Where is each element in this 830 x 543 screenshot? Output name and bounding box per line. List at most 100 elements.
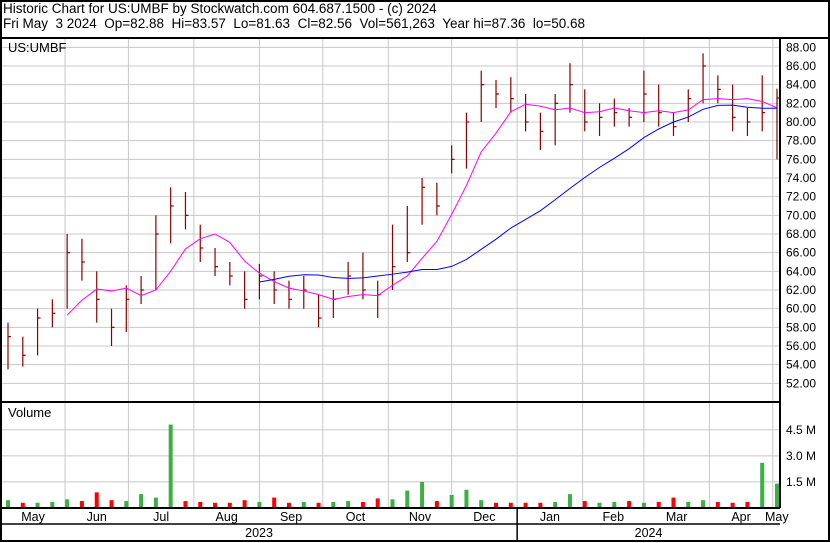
price-tick-label: 58.00	[786, 320, 816, 334]
volume-bar	[94, 492, 99, 508]
price-bar	[421, 178, 426, 225]
month-label: Feb	[602, 510, 624, 524]
price-bar	[732, 84, 736, 132]
volume-bar	[272, 497, 277, 508]
price-bar	[451, 145, 455, 174]
price-bar	[332, 290, 337, 318]
price-tick-label: 66.00	[786, 246, 816, 260]
symbol-label: US:UMBF	[8, 40, 67, 55]
price-tick-label: 78.00	[786, 134, 816, 148]
month-label: Jul	[153, 510, 169, 524]
volume-bar	[671, 497, 676, 508]
month-label: Apr	[731, 510, 750, 524]
volume-bar	[420, 481, 425, 508]
price-bar	[480, 70, 485, 122]
price-tick-label: 68.00	[786, 227, 816, 241]
volume-bar	[6, 500, 10, 508]
price-bar	[524, 94, 529, 132]
price-tick-label: 56.00	[786, 339, 816, 353]
price-bar	[554, 94, 559, 146]
price-bar	[362, 252, 366, 300]
price-bar	[288, 280, 292, 309]
price-tick-label: 76.00	[786, 152, 816, 166]
price-tick-label: 88.00	[786, 40, 816, 54]
price-bar	[184, 192, 189, 230]
price-tick-label: 60.00	[786, 302, 816, 316]
price-bar	[96, 271, 100, 323]
price-tick-label: 82.00	[786, 96, 816, 110]
price-bar	[377, 280, 381, 318]
price-tick-label: 86.00	[786, 59, 816, 73]
price-bar	[81, 238, 85, 281]
price-tick-label: 74.00	[786, 171, 816, 185]
volume-bar	[760, 462, 765, 508]
volume-tick-label: 4.5 M	[786, 423, 816, 437]
price-bar	[510, 77, 514, 113]
volume-tick-label: 1.5 M	[786, 475, 816, 489]
price-bar	[199, 224, 204, 262]
price-tick-label: 52.00	[786, 376, 816, 390]
month-label: May	[21, 510, 45, 524]
price-bar	[110, 308, 115, 346]
volume-bar	[124, 501, 129, 508]
volume-bar	[701, 500, 706, 508]
price-bar	[317, 294, 322, 328]
volume-bar	[405, 490, 410, 508]
volume-bar	[479, 500, 484, 508]
price-bar	[51, 299, 56, 328]
volume-bar	[390, 499, 395, 508]
price-bar	[643, 70, 647, 122]
price-bar	[436, 182, 440, 216]
price-bar	[598, 103, 603, 136]
price-bar	[584, 89, 588, 132]
volume-bar	[109, 500, 114, 508]
price-bar	[229, 262, 233, 286]
volume-bar	[434, 501, 439, 508]
volume-bar	[242, 500, 247, 508]
month-label: Mar	[666, 510, 688, 524]
month-label: Oct	[346, 510, 366, 524]
volume-bar	[65, 499, 70, 508]
volume-bar	[183, 501, 188, 508]
month-label: Nov	[409, 510, 432, 524]
price-bar	[539, 112, 544, 150]
price-bar	[140, 276, 145, 304]
volume-tick-label: 3.0 M	[786, 449, 816, 463]
price-tick-label: 70.00	[786, 208, 816, 222]
volume-bar	[139, 494, 144, 508]
volume-bar	[346, 501, 351, 508]
year-label: 2024	[635, 526, 663, 540]
month-label: Jun	[87, 510, 107, 524]
price-tick-label: 62.00	[786, 283, 816, 297]
month-label: Dec	[473, 510, 495, 524]
price-bar	[702, 53, 707, 104]
price-tick-label: 54.00	[786, 358, 816, 372]
price-tick-label: 80.00	[786, 115, 816, 129]
price-bar	[658, 84, 662, 127]
price-volume-chart: 52.00 54.00 56.00 58.00 60.00 62.00 64.00 66.00…	[0, 0, 830, 542]
month-label: Jan	[540, 510, 560, 524]
volume-bar	[627, 501, 632, 508]
price-bar	[273, 271, 278, 304]
month-label: May	[765, 510, 789, 524]
volume-bar	[449, 494, 454, 508]
price-tick-label: 84.00	[786, 78, 816, 92]
volume-bar	[582, 501, 587, 508]
price-bar	[22, 336, 26, 367]
month-label: Sep	[280, 510, 302, 524]
month-label: Aug	[216, 510, 238, 524]
volume-bar	[153, 497, 158, 508]
volume-bar	[168, 424, 173, 508]
price-tick-label: 64.00	[786, 264, 816, 278]
stock-chart: Historic Chart for US:UMBF by Stockwatch…	[0, 0, 830, 543]
moving-average-long-line	[259, 104, 778, 283]
volume-label: Volume	[8, 405, 51, 420]
volume-bar	[775, 483, 779, 508]
price-bar	[569, 63, 573, 113]
price-tick-label: 72.00	[786, 190, 816, 204]
price-bar	[36, 308, 41, 356]
volume-bar	[567, 494, 572, 508]
price-bar	[672, 112, 677, 136]
year-label: 2023	[245, 526, 273, 540]
volume-bar	[375, 498, 380, 508]
